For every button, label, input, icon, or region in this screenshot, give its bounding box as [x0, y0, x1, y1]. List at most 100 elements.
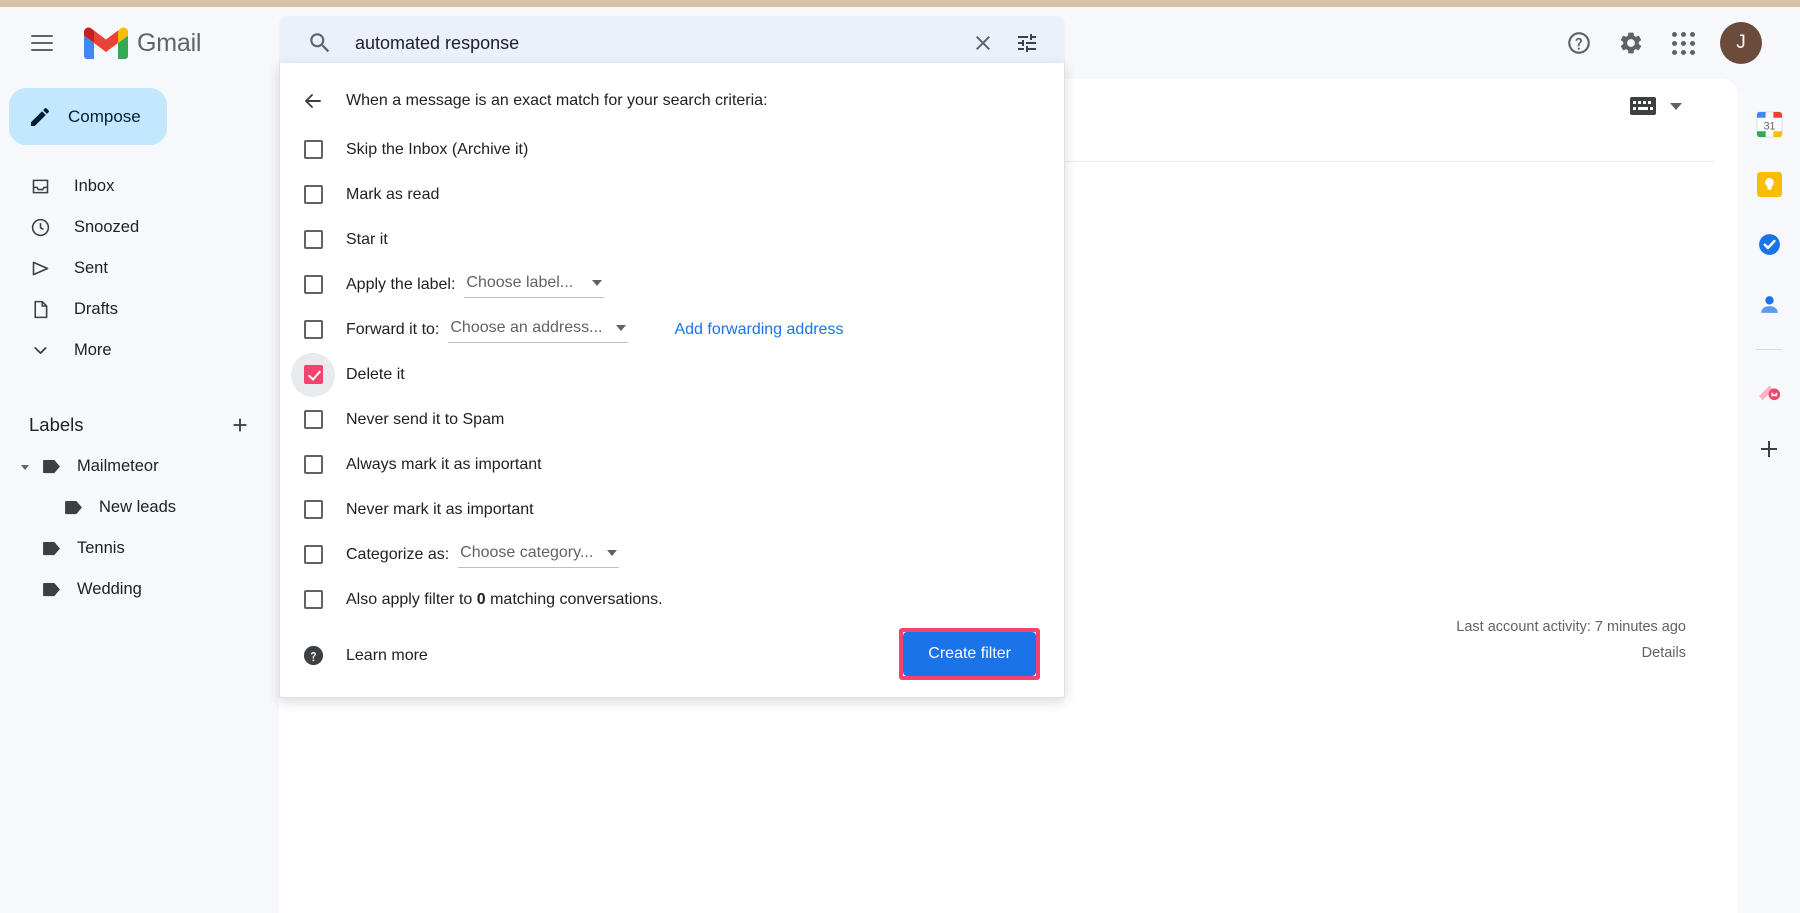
close-icon	[976, 36, 990, 50]
sidebar-label-mailmeteor[interactable]: Mailmeteor	[0, 446, 279, 487]
nav-list: Inbox Snoozed Sent Drafts More	[0, 166, 279, 371]
hamburger-icon[interactable]	[14, 15, 70, 71]
add-forwarding-address-link[interactable]: Add forwarding address	[674, 321, 843, 339]
checkbox-wrapper	[280, 140, 346, 159]
add-addon-icon[interactable]	[1746, 426, 1792, 472]
mailmeteor-icon[interactable]	[1746, 366, 1792, 412]
sidebar-item-snoozed[interactable]: Snoozed	[0, 207, 279, 248]
option-label: Mark as read	[346, 185, 440, 203]
filter-option-mark-read[interactable]: Mark as read	[280, 172, 1064, 217]
option-inline: Categorize as: Choose category...	[346, 541, 620, 568]
back-arrow-icon[interactable]	[280, 89, 346, 113]
chevron-down-icon	[29, 340, 51, 362]
sidebar-item-inbox[interactable]: Inbox	[0, 166, 279, 207]
checkbox-categorize[interactable]	[303, 545, 323, 564]
avatar[interactable]: J	[1720, 22, 1762, 64]
label-dropdown-value: Choose label...	[466, 274, 574, 291]
checkbox-never-spam[interactable]	[303, 410, 323, 429]
header-actions: J	[1564, 7, 1762, 79]
help-icon[interactable]	[1564, 28, 1594, 58]
checkbox-wrapper	[280, 455, 346, 474]
gear-icon[interactable]	[1616, 28, 1646, 58]
option-label: Always mark it as important	[346, 455, 542, 473]
sidebar-label-wedding[interactable]: Wedding	[0, 569, 279, 610]
caret-down-icon[interactable]	[13, 461, 36, 473]
option-label: Never send it to Spam	[346, 410, 505, 428]
checkbox-never-important[interactable]	[303, 500, 323, 519]
keep-icon[interactable]	[1746, 161, 1792, 207]
filter-option-always-important[interactable]: Always mark it as important	[280, 442, 1064, 487]
label-tag-icon	[36, 582, 66, 597]
chevron-down-icon	[616, 325, 627, 331]
details-link[interactable]: Details	[1456, 640, 1686, 666]
clock-icon	[29, 217, 51, 239]
gmail-m-icon	[84, 27, 128, 59]
option-label: Apply the label:	[346, 275, 456, 293]
send-icon	[29, 258, 51, 280]
checkbox-forward-to[interactable]	[303, 320, 323, 339]
dialog-heading: When a message is an exact match for you…	[346, 92, 768, 109]
clear-search-button[interactable]	[961, 21, 1005, 65]
create-filter-button[interactable]: Create filter	[903, 632, 1036, 676]
search-options-button[interactable]	[1005, 21, 1049, 65]
apps-grid-icon[interactable]	[1668, 28, 1698, 58]
category-dropdown-value: Choose category...	[460, 544, 594, 561]
sidebar-label-new-leads[interactable]: New leads	[0, 487, 279, 528]
checkbox-always-important[interactable]	[303, 455, 323, 474]
input-tools-control[interactable]	[1630, 97, 1682, 115]
checkbox-wrapper	[280, 545, 346, 564]
filter-option-delete-it[interactable]: Delete it	[280, 352, 1064, 397]
contacts-icon[interactable]	[1746, 281, 1792, 327]
option-label: Delete it	[346, 365, 405, 383]
option-label: Star it	[346, 230, 388, 248]
filter-option-forward-to[interactable]: Forward it to: Choose an address... Add …	[280, 307, 1064, 352]
help-filled-icon[interactable]	[280, 644, 346, 667]
learn-more-link[interactable]: Learn more	[346, 647, 428, 665]
checkbox-skip-inbox[interactable]	[303, 140, 323, 159]
plus-icon[interactable]	[229, 414, 251, 436]
search-input[interactable]	[355, 32, 961, 54]
checkbox-star-it[interactable]	[303, 230, 323, 249]
checkbox-apply-label[interactable]	[303, 275, 323, 294]
sidebar-item-sent[interactable]: Sent	[0, 248, 279, 289]
filter-option-star-it[interactable]: Star it	[280, 217, 1064, 262]
dialog-footer: Learn more Create filter	[280, 622, 1064, 697]
svg-text:31: 31	[1763, 120, 1775, 132]
sidebar-label-tennis[interactable]: Tennis	[0, 528, 279, 569]
label-tag-icon	[58, 500, 88, 515]
gmail-logo[interactable]: Gmail	[84, 27, 201, 60]
pencil-icon	[31, 107, 50, 126]
checkbox-delete-it[interactable]	[303, 365, 323, 384]
brand-text: Gmail	[137, 28, 202, 57]
compose-button[interactable]: Compose	[9, 88, 167, 145]
also-apply-prefix: Also apply filter to	[346, 590, 473, 608]
checkbox-wrapper	[280, 500, 346, 519]
sidebar-item-label: Sent	[74, 259, 108, 277]
filter-option-categorize[interactable]: Categorize as: Choose category...	[280, 532, 1064, 577]
filter-option-also-apply[interactable]: Also apply filter to 0 matching conversa…	[280, 577, 1064, 622]
filter-option-never-spam[interactable]: Never send it to Spam	[280, 397, 1064, 442]
sidebar-item-more[interactable]: More	[0, 330, 279, 371]
filter-option-skip-inbox[interactable]: Skip the Inbox (Archive it)	[280, 127, 1064, 172]
checkbox-mark-read[interactable]	[303, 185, 323, 204]
filter-option-apply-label[interactable]: Apply the label: Choose label...	[280, 262, 1064, 307]
label-dropdown[interactable]: Choose label...	[464, 271, 605, 298]
address-dropdown[interactable]: Choose an address...	[448, 316, 629, 343]
search-bar[interactable]	[279, 16, 1065, 70]
filter-option-never-important[interactable]: Never mark it as important	[280, 487, 1064, 532]
category-dropdown[interactable]: Choose category...	[458, 541, 620, 568]
create-filter-dialog: When a message is an exact match for you…	[279, 63, 1065, 698]
checkbox-wrapper	[280, 320, 346, 339]
sidebar-label-text: New leads	[99, 498, 177, 516]
chevron-down-icon	[1670, 102, 1682, 110]
tasks-icon[interactable]	[1746, 221, 1792, 267]
calendar-icon[interactable]: 31	[1746, 101, 1792, 147]
sidebar-item-label: More	[74, 341, 112, 359]
compose-label: Compose	[68, 106, 141, 126]
labels-header: Labels	[0, 404, 279, 446]
checkbox-also-apply[interactable]	[303, 590, 323, 609]
sidebar-item-drafts[interactable]: Drafts	[0, 289, 279, 330]
also-apply-suffix: matching conversations.	[490, 590, 663, 608]
sidebar-label-text: Tennis	[77, 539, 125, 557]
avatar-initial: J	[1736, 32, 1746, 53]
